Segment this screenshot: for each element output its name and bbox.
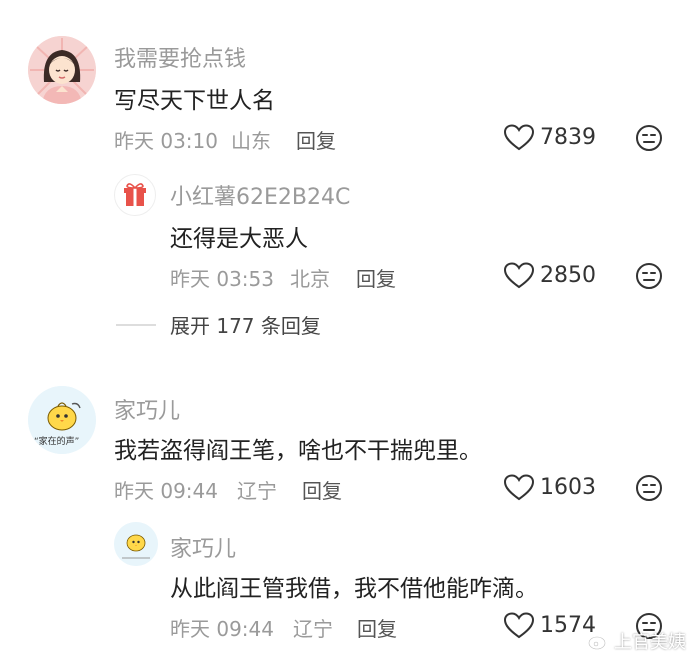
meh-face-icon[interactable] (635, 474, 663, 502)
reply-text: 还得是大恶人 (170, 226, 308, 252)
avatar-user-2-caption: “家在的声” (34, 437, 80, 447)
comment-text: 写尽天下世人名 (114, 88, 275, 114)
comment-location: 山东 (231, 129, 271, 153)
expand-replies-button[interactable]: 展开 177 条回复 (116, 310, 321, 339)
comment-time: 昨天 09:44 (114, 479, 218, 503)
reply-username[interactable]: 家巧儿 (170, 531, 236, 563)
reply-username[interactable]: 小红薯62E2B24C (170, 179, 350, 211)
comment-text: 我若盗得阎王笔，啥也不干揣兜里。 (114, 438, 482, 464)
reply-button[interactable]: 回复 (296, 125, 336, 154)
avatar-user-1-image (28, 36, 96, 104)
meh-face-icon[interactable] (635, 124, 663, 152)
reply-time: 昨天 03:53 (170, 267, 274, 291)
avatar-reply-2[interactable] (114, 522, 158, 566)
like-button[interactable]: 2850 (504, 262, 614, 292)
like-count: 1603 (540, 475, 596, 500)
comment-1: 我需要抢点钱 写尽天下世人名 昨天 03:10 山东 回复 7839 小红薯62… (0, 0, 690, 350)
username[interactable]: 我需要抢点钱 (114, 41, 246, 73)
like-button[interactable]: 1603 (504, 474, 614, 504)
reply-location: 北京 (290, 267, 330, 291)
heart-outline-icon (504, 124, 534, 151)
watermark-text: 上官美姨 (614, 632, 686, 653)
reply-location: 辽宁 (293, 617, 333, 641)
avatar-reply-1[interactable] (114, 174, 156, 216)
heart-outline-icon (504, 262, 534, 289)
comment-location: 辽宁 (237, 479, 277, 503)
comment-time: 昨天 03:10 (114, 129, 218, 153)
like-button[interactable]: 7839 (504, 124, 614, 154)
avatar-user-1[interactable] (28, 36, 96, 104)
weibo-logo-icon (588, 634, 609, 650)
reply-time: 昨天 09:44 (170, 617, 274, 641)
username[interactable]: 家巧儿 (114, 393, 180, 425)
gift-icon (124, 183, 146, 206)
meh-face-icon[interactable] (635, 262, 663, 290)
reply-button[interactable]: 回复 (356, 263, 396, 292)
like-count: 2850 (540, 263, 596, 288)
expand-divider (116, 323, 156, 326)
watermark: 上官美姨 (588, 628, 686, 654)
reply-button[interactable]: 回复 (357, 613, 397, 642)
comment-2: “家在的声” 家巧儿 我若盗得阎王笔，啥也不干揣兜里。 昨天 09:44 辽宁 … (0, 370, 690, 658)
avatar-user-2[interactable]: “家在的声” (28, 386, 96, 454)
reply-text: 从此阎王管我借，我不借他能咋滴。 (170, 576, 538, 602)
like-count: 7839 (540, 125, 596, 150)
avatar-reply-2-image (114, 522, 158, 566)
expand-replies-label: 展开 177 条回复 (170, 314, 321, 338)
heart-outline-icon (504, 474, 534, 501)
reply-button[interactable]: 回复 (302, 475, 342, 504)
heart-outline-icon (504, 612, 534, 639)
